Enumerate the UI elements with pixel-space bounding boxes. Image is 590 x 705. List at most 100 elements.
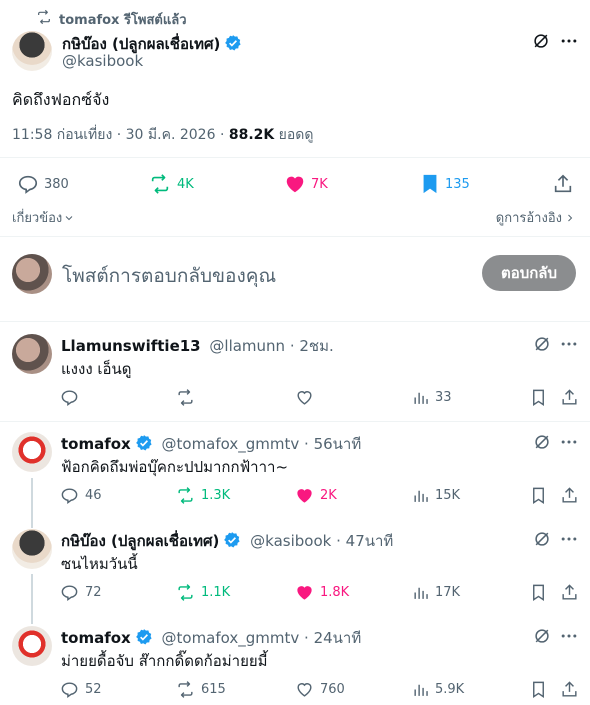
views-icon [412, 486, 431, 505]
heart-icon [284, 173, 306, 195]
reply-author-name[interactable]: tomafox [61, 629, 131, 647]
reply-time[interactable]: · 24นาที [299, 629, 361, 647]
reply-text: แงงง เอ็นดู [61, 360, 132, 378]
more-icon[interactable] [559, 626, 579, 646]
repost-icon [176, 388, 195, 407]
reply-action-repost[interactable]: 615 [176, 680, 226, 699]
user-avatar[interactable] [12, 254, 52, 294]
reply-avatar[interactable] [12, 334, 52, 374]
grok-icon[interactable] [532, 626, 552, 646]
author-avatar[interactable] [12, 31, 52, 71]
reply-button[interactable]: ตอบกลับ [482, 255, 576, 291]
verified-badge-icon [135, 434, 153, 452]
reply-handle[interactable]: @kasibook [250, 532, 331, 550]
reply-stat[interactable]: 380 [17, 173, 69, 195]
grok-icon[interactable] [532, 432, 552, 452]
more-icon[interactable] [559, 334, 579, 354]
reply-author-name[interactable]: tomafox [61, 435, 131, 453]
share-icon[interactable] [560, 388, 579, 407]
reply-action-repost[interactable]: 1.3K [176, 486, 230, 505]
heart-icon [295, 583, 314, 602]
verified-badge-icon [135, 628, 153, 646]
reply-time[interactable]: · 47นาที [331, 532, 393, 550]
reply-action-views[interactable]: 33 [412, 388, 452, 407]
grok-icon[interactable] [531, 31, 551, 51]
reply-avatar[interactable] [12, 432, 52, 472]
author-handle[interactable]: @kasibook [62, 52, 143, 70]
repost-icon [176, 680, 195, 699]
post-timestamp[interactable]: 11:58 ก่อนเที่ยง · 30 มี.ค. 2026 · [12, 127, 229, 143]
reply-action-reply[interactable] [60, 388, 85, 407]
verified-badge-icon [223, 531, 241, 549]
heart-icon [295, 486, 314, 505]
reply-input[interactable]: โพสต์การตอบกลับของคุณ [62, 261, 276, 291]
reply-action-reply[interactable]: 46 [60, 486, 102, 505]
share-icon[interactable] [560, 486, 579, 505]
more-icon[interactable] [559, 432, 579, 452]
like-stat[interactable]: 7K [284, 173, 328, 195]
grok-icon[interactable] [532, 529, 552, 549]
reply-icon [60, 680, 79, 699]
reply-handle[interactable]: @tomafox_gmmtv [162, 435, 300, 453]
verified-badge-icon [224, 34, 242, 52]
reply-action-repost[interactable]: 1.1K [176, 583, 230, 602]
reply-text: ฟ้อกคิดถึมพ่อบุ๊คกะปปมากกฟ้าาา~ [61, 458, 289, 476]
chevron-down-icon [63, 212, 75, 224]
repost-icon [36, 9, 52, 25]
bookmark-icon[interactable] [529, 583, 548, 602]
more-icon[interactable] [559, 31, 579, 51]
bookmark-icon[interactable] [529, 680, 548, 699]
reply-time[interactable]: · 2ชม. [285, 337, 334, 355]
reply-action-like[interactable]: 1.8K [295, 583, 349, 602]
reply-action-reply[interactable]: 72 [60, 583, 102, 602]
views-count: 88.2K [228, 127, 275, 143]
reply-header: Llamunswiftie13 @llamunn · 2ชม. [61, 334, 334, 358]
reply-icon [60, 486, 79, 505]
reply-icon [17, 173, 39, 195]
more-icon[interactable] [559, 529, 579, 549]
chevron-right-icon [564, 212, 576, 224]
post-meta: 11:58 ก่อนเที่ยง · 30 มี.ค. 2026 · 88.2K… [12, 127, 314, 143]
heart-icon [295, 680, 314, 699]
reply-icon [60, 388, 79, 407]
post-text: คิดถึงฟอกซ์จัง [12, 90, 110, 109]
reply-text: ซนไหมวันนี้ [61, 555, 138, 573]
reply-action-repost[interactable] [176, 388, 201, 407]
share-icon[interactable] [552, 173, 574, 195]
share-icon[interactable] [560, 680, 579, 699]
related-link[interactable]: เกี่ยวข้อง [12, 207, 75, 228]
share-icon[interactable] [560, 583, 579, 602]
views-icon [412, 583, 431, 602]
reply-action-like[interactable] [295, 388, 320, 407]
reply-icon [60, 583, 79, 602]
reply-action-views[interactable]: 5.9K [412, 680, 464, 699]
reply-action-reply[interactable]: 52 [60, 680, 102, 699]
reply-handle[interactable]: @llamunn [209, 337, 285, 355]
reply-avatar[interactable] [12, 626, 52, 666]
heart-icon [295, 388, 314, 407]
repost-stat[interactable]: 4K [149, 173, 194, 195]
reply-header: กษิบ๊อง (ปลูกผลเชื่อเทศ) @kasibook · 47น… [61, 529, 393, 553]
reply-author-name[interactable]: กษิบ๊อง (ปลูกผลเชื่อเทศ) [61, 532, 219, 550]
bookmark-icon[interactable] [529, 486, 548, 505]
reply-time[interactable]: · 56นาที [299, 435, 361, 453]
reply-action-like[interactable]: 760 [295, 680, 345, 699]
repost-icon [176, 583, 195, 602]
reply-header: tomafox @tomafox_gmmtv · 56นาที [61, 432, 361, 456]
reply-author-name[interactable]: Llamunswiftie13 [61, 337, 201, 355]
repost-icon [149, 173, 171, 195]
bookmark-icon[interactable] [529, 388, 548, 407]
reply-action-views[interactable]: 15K [412, 486, 460, 505]
views-icon [412, 680, 431, 699]
repost-icon [176, 486, 195, 505]
reply-handle[interactable]: @tomafox_gmmtv [162, 629, 300, 647]
quotes-link[interactable]: ดูการอ้างอิง [496, 207, 576, 228]
bookmark-icon [419, 173, 441, 195]
bookmark-stat[interactable]: 135 [419, 173, 470, 195]
reply-avatar[interactable] [12, 529, 52, 569]
reply-action-views[interactable]: 17K [412, 583, 460, 602]
reply-header: tomafox @tomafox_gmmtv · 24นาที [61, 626, 361, 650]
repost-banner[interactable]: tomafox รีโพสต์แล้ว [59, 9, 187, 30]
grok-icon[interactable] [532, 334, 552, 354]
reply-action-like[interactable]: 2K [295, 486, 337, 505]
